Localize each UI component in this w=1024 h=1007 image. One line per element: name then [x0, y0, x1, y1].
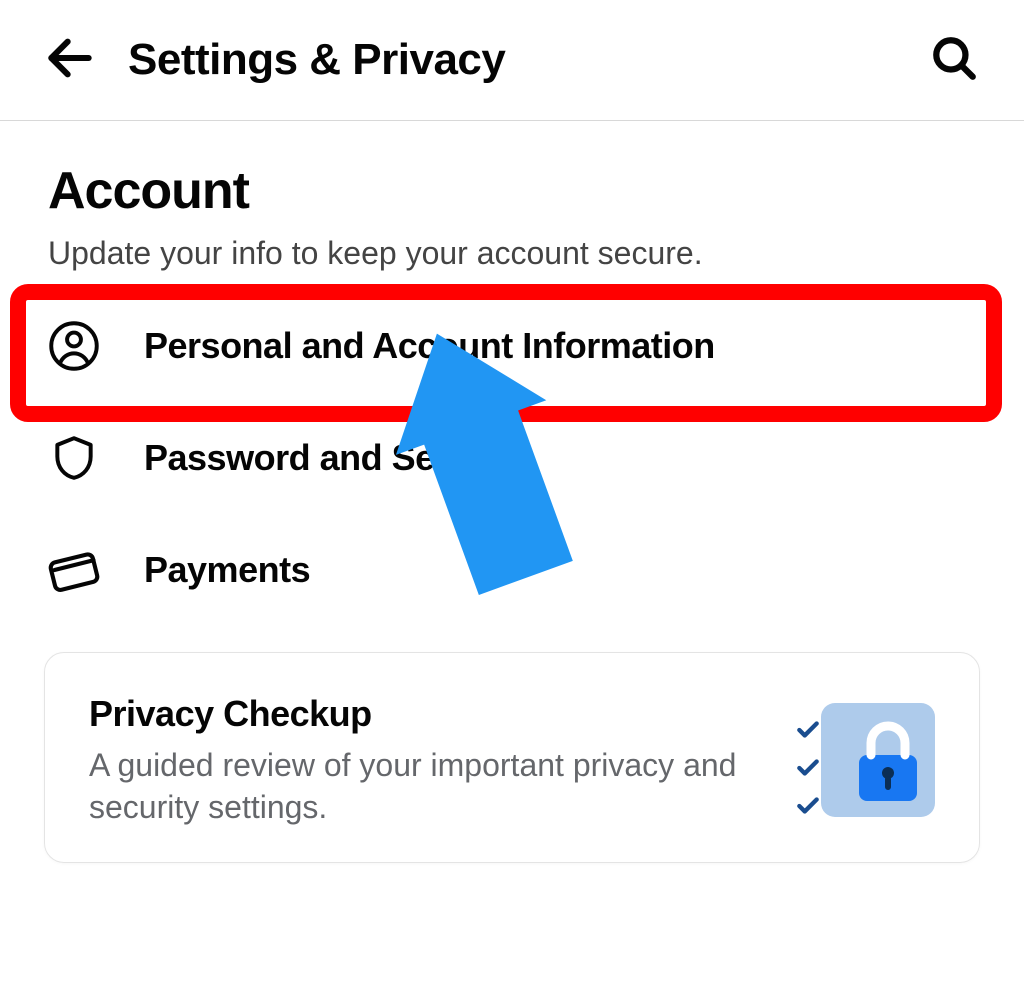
lock-icon: [853, 721, 923, 810]
account-menu: Personal and Account Information Passwor…: [16, 290, 996, 626]
content-area: Account Update your info to keep your ac…: [0, 121, 1024, 863]
section-title: Account: [48, 161, 976, 221]
card-icon: [48, 544, 100, 596]
menu-item-label: Personal and Account Information: [144, 325, 715, 367]
page-title: Settings & Privacy: [128, 35, 505, 85]
back-button[interactable]: [40, 30, 100, 90]
header-bar: Settings & Privacy: [0, 0, 1024, 121]
person-icon: [48, 320, 100, 372]
menu-item-payments[interactable]: Payments: [16, 514, 996, 626]
shield-icon: [48, 432, 100, 484]
card-title: Privacy Checkup: [89, 693, 765, 735]
checklist-icon: [795, 717, 821, 819]
menu-item-label: Password and Security: [144, 437, 530, 479]
section-subtitle: Update your info to keep your account se…: [48, 235, 976, 272]
card-text: Privacy Checkup A guided review of your …: [89, 693, 765, 828]
menu-item-personal-info[interactable]: Personal and Account Information: [16, 290, 996, 402]
privacy-checkup-card[interactable]: Privacy Checkup A guided review of your …: [44, 652, 980, 863]
search-icon: [929, 33, 979, 88]
menu-item-password-security[interactable]: Password and Security: [16, 402, 996, 514]
menu-item-label: Payments: [144, 549, 310, 591]
back-arrow-icon: [42, 30, 98, 91]
privacy-checkup-illustration: [795, 699, 935, 823]
card-description: A guided review of your important privac…: [89, 745, 765, 828]
search-button[interactable]: [924, 30, 984, 90]
